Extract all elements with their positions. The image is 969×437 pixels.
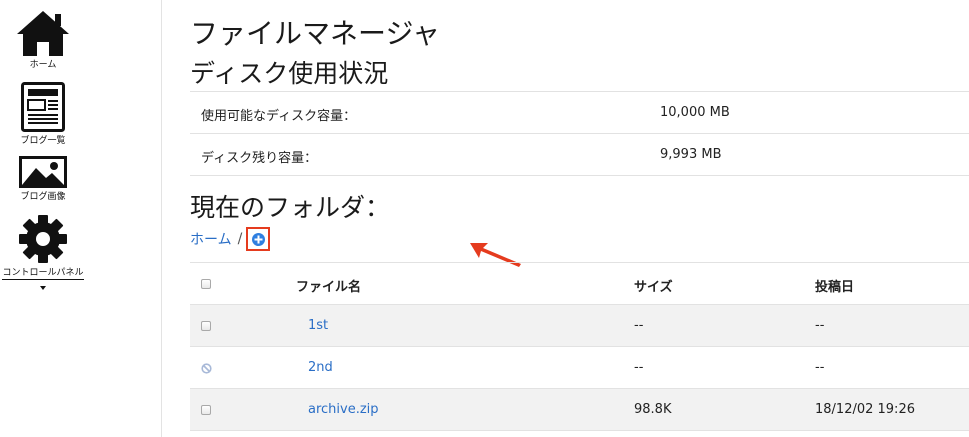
file-size: 98.8K <box>634 402 672 417</box>
sidebar-item-label: コントロールパネル <box>2 265 84 280</box>
file-size: -- <box>634 318 644 333</box>
select-all-checkbox[interactable] <box>201 279 211 289</box>
file-date: -- <box>815 318 825 333</box>
file-date: 18/12/02 19:26 <box>815 402 915 417</box>
breadcrumb-home-link[interactable]: ホーム <box>190 229 232 249</box>
sidebar-item-control-panel[interactable]: コントロールパネル <box>0 214 86 290</box>
row-checkbox[interactable] <box>201 321 211 331</box>
sidebar-item-blog-list[interactable]: ブログ一覧 <box>0 82 86 146</box>
disk-section-title: ディスク使用状況 <box>190 59 389 88</box>
plus-icon <box>251 232 265 246</box>
breadcrumb-separator: / <box>237 231 243 247</box>
file-name-link[interactable]: 1st <box>308 318 328 333</box>
current-folder-title: 現在のフォルダ： <box>190 193 391 222</box>
chevron-down-icon[interactable] <box>40 286 46 290</box>
row-checkbox[interactable] <box>201 405 211 415</box>
disk-remaining-label: ディスク残り容量： <box>201 151 318 166</box>
blog-list-icon <box>21 82 65 132</box>
home-icon <box>17 11 69 56</box>
sidebar: ホーム ブログ一覧 ブログ画像 コントロールパネル <box>0 0 162 437</box>
disk-row: 使用可能なディスク容量： 10,000 MB <box>190 92 969 134</box>
sidebar-item-label: ブログ画像 <box>20 192 66 202</box>
column-header-date[interactable]: 投稿日 <box>815 276 854 295</box>
add-folder-button[interactable] <box>246 227 271 251</box>
file-name-link[interactable]: 2nd <box>308 360 333 375</box>
table-row: 1st -- -- <box>190 305 969 347</box>
file-name-link[interactable]: archive.zip <box>308 402 379 417</box>
disk-row: ディスク残り容量： 9,993 MB <box>190 134 969 176</box>
not-allowed-icon <box>201 363 212 374</box>
disk-usage-table: 使用可能なディスク容量： 10,000 MB ディスク残り容量： 9,993 M… <box>190 91 969 176</box>
sidebar-item-label: ブログ一覧 <box>20 136 66 146</box>
gear-icon <box>19 215 67 263</box>
column-header-name[interactable]: ファイル名 <box>296 276 361 295</box>
sidebar-item-blog-image[interactable]: ブログ画像 <box>0 156 86 202</box>
disk-available-label: 使用可能なディスク容量： <box>201 109 357 124</box>
file-date: -- <box>815 360 825 375</box>
disk-available-value: 10,000 MB <box>660 105 730 120</box>
image-icon <box>19 156 67 188</box>
file-size: -- <box>634 360 644 375</box>
breadcrumb: ホーム / <box>190 227 271 251</box>
sidebar-item-label: ホーム <box>29 60 57 70</box>
file-table: ファイル名 サイズ 投稿日 1st -- -- 2nd -- -- archiv… <box>190 262 969 431</box>
sidebar-item-home[interactable]: ホーム <box>0 10 86 70</box>
table-row: 2nd -- -- <box>190 347 969 389</box>
page-title: ファイルマネージャ <box>190 17 441 50</box>
table-header-row: ファイル名 サイズ 投稿日 <box>190 263 969 305</box>
table-row: archive.zip 98.8K 18/12/02 19:26 <box>190 389 969 431</box>
disk-remaining-value: 9,993 MB <box>660 147 722 162</box>
column-header-size[interactable]: サイズ <box>634 276 673 295</box>
